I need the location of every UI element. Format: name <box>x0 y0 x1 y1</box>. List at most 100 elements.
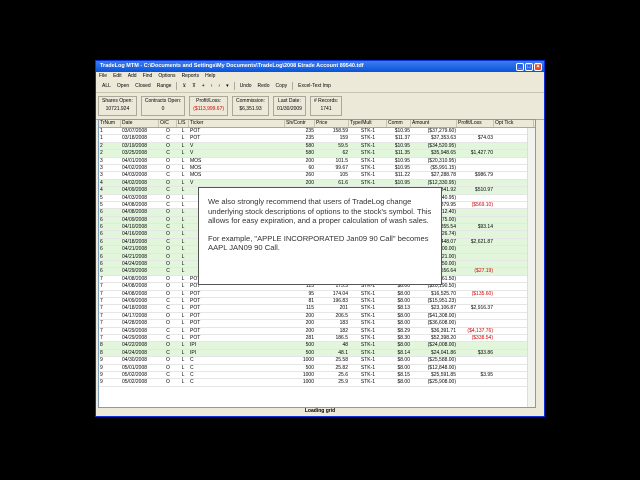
table-cell: L <box>181 231 185 238</box>
table-cell: ($5,991.15) <box>430 164 456 171</box>
menu-item-find[interactable]: Find <box>143 73 153 79</box>
table-cell: $8.00 <box>397 379 410 386</box>
table-cell <box>457 180 494 186</box>
table-cell: 04/29/2008 <box>122 268 148 275</box>
filter-all-button[interactable]: ALL <box>99 80 114 92</box>
table-cell: ($37,279.60) <box>427 128 456 134</box>
dropdown-icon[interactable]: ▾ <box>223 80 232 92</box>
table-cell: STK-1 <box>360 142 376 149</box>
table-cell: 174.04 <box>332 290 348 297</box>
table-row[interactable]: 7 04/29/2008 C L POT 200 182 STK-1 $8.29 $36,391.… <box>99 328 535 335</box>
vertical-scrollbar[interactable] <box>527 128 535 407</box>
table-cell: C <box>166 349 170 356</box>
toolbar: ALL Open Closed Range ⊻ ⊼ + ‹ › ▾ Undo Redo Copy Exce… <box>96 80 544 93</box>
table-row[interactable]: 7 04/17/2008 O L POT 200 206.5 STK-1 $8.00 ($41,3… <box>99 312 535 321</box>
title-bar[interactable]: TradeLog MTM - C:\Documents and Settings… <box>96 61 544 72</box>
excel-import-button[interactable]: Excel-Text Imp <box>295 80 334 92</box>
table-cell: ($36,608.00) <box>427 320 456 327</box>
filter-open-button[interactable]: Open <box>114 80 132 92</box>
table-row[interactable]: 7 04/08/2008 O L POT 95 174.04 STK-1 $8.00 $16,52… <box>99 291 535 298</box>
table-cell: 04/29/2008 <box>122 334 148 341</box>
menu-item-add[interactable]: Add <box>128 73 137 79</box>
close-icon[interactable]: × <box>534 62 542 71</box>
redo-button[interactable]: Redo <box>255 80 273 92</box>
table-row[interactable]: 9 05/02/2008 C L C 1000 25.6 STK-1 $8.15 $25,591.… <box>99 371 535 380</box>
table-row[interactable]: 9 04/30/2008 O L C 1000 25.58 STK-1 $8.00 ($25,58… <box>99 357 535 365</box>
table-cell: 105 <box>339 172 348 179</box>
table-row[interactable]: 3 04/03/2008 C L MOS 260 105 STK-1 $11.22 $27,288… <box>99 172 535 180</box>
table-row[interactable]: 7 04/18/2008 C L POT 115 201 STK-1 $8.13 $23,106.… <box>99 305 535 313</box>
table-cell: C <box>166 327 170 334</box>
undo-button[interactable]: Undo <box>237 80 255 92</box>
table-row[interactable]: 9 05/02/2008 O L C 1000 25.9 STK-1 $8.00 ($25,908… <box>99 379 535 387</box>
menu-item-help[interactable]: Help <box>205 73 215 79</box>
column-header[interactable]: Sh/Contr <box>285 120 315 127</box>
column-header[interactable]: Opt Tick <box>494 120 534 127</box>
clear-filter-icon[interactable]: ⊼ <box>189 80 199 92</box>
filter-icon[interactable]: ⊻ <box>179 80 189 92</box>
column-header[interactable]: TrNum <box>99 120 121 127</box>
column-header[interactable]: Ticker <box>189 120 285 127</box>
table-cell: 04/29/2008 <box>122 327 148 334</box>
table-row[interactable]: 7 04/29/2008 C L POT 281 186.5 STK-1 $8.30 $52,39… <box>99 334 535 343</box>
summary-panel: Shares Open: 10721.924 Contracts Open: 0 Pro… <box>96 93 544 120</box>
filter-range-button[interactable]: Range <box>154 80 175 92</box>
table-cell: $74.03 <box>477 135 493 142</box>
column-header[interactable]: Price <box>315 120 349 127</box>
arrow-left-icon[interactable]: ‹ <box>208 80 216 92</box>
menu-item-file[interactable]: File <box>99 73 107 79</box>
table-cell: ($41,308.00) <box>427 312 456 319</box>
table-cell: O <box>166 253 170 260</box>
table-row[interactable]: 3 04/01/2008 O L MOS 200 101.5 STK-1 $10.95 ($20,… <box>99 158 535 165</box>
table-cell: 03/19/2008 <box>122 142 148 149</box>
minimize-icon[interactable]: _ <box>516 62 524 71</box>
table-cell: 04/24/2008 <box>122 349 148 356</box>
table-cell: $8.00 <box>397 290 410 297</box>
table-row[interactable]: 2 03/25/2008 C L V 580 62 STK-1 $11.35 $35,948.65… <box>99 150 535 158</box>
table-cell: 04/10/2008 <box>122 224 148 231</box>
table-cell: 500 <box>305 342 314 349</box>
maximize-icon[interactable]: □ <box>525 62 533 71</box>
summary-value: 1741 <box>320 106 332 112</box>
table-cell: $8.13 <box>397 305 410 312</box>
table-cell: STK-1 <box>360 320 376 327</box>
column-header[interactable]: Comm <box>387 120 411 127</box>
column-header[interactable]: O/C <box>159 120 177 127</box>
table-cell: 9 <box>100 371 103 378</box>
table-row[interactable]: 8 04/24/2008 C L IPI 500 48.1 STK-1 $8.14 $24,041… <box>99 349 535 358</box>
table-row[interactable]: 8 04/22/2008 O L IPI 500 48 STK-1 $8.00 ($24,008.… <box>99 342 535 350</box>
table-cell: 04/22/2008 <box>122 342 148 349</box>
table-cell: L <box>181 283 185 290</box>
filter-closed-button[interactable]: Closed <box>132 80 154 92</box>
menu-item-reports[interactable]: Reports <box>182 73 200 79</box>
table-row[interactable]: 7 04/09/2008 C L POT 81 196.83 STK-1 $8.00 ($15,9… <box>99 298 535 306</box>
table-row[interactable]: 7 04/28/2008 O L POT 200 183 STK-1 $8.00 ($36,608… <box>99 320 535 328</box>
table-row[interactable]: 3 04/02/2008 O L MOS 60 99.67 STK-1 $10.95 ($5,99… <box>99 164 535 173</box>
table-cell: 1000 <box>302 379 314 386</box>
column-header[interactable]: L/S <box>177 120 189 127</box>
table-cell: 1 <box>100 128 103 134</box>
table-cell: 101.5 <box>335 157 348 164</box>
table-row[interactable]: 2 03/19/2008 O L V 580 59.5 STK-1 $10.95 ($34,520… <box>99 142 535 151</box>
table-cell: O <box>166 231 170 238</box>
copy-button[interactable]: Copy <box>272 80 290 92</box>
column-header[interactable]: Type/Mult <box>349 120 387 127</box>
table-cell <box>457 365 494 371</box>
table-cell: L <box>181 128 185 134</box>
column-header[interactable]: Profit/Loss <box>457 120 494 127</box>
menu-item-options[interactable]: Options <box>158 73 175 79</box>
column-header[interactable]: Amount <box>411 120 457 127</box>
table-cell: 60 <box>308 164 314 171</box>
table-cell: 8 <box>100 342 103 349</box>
menu-item-edit[interactable]: Edit <box>113 73 122 79</box>
table-row[interactable]: 9 05/01/2008 O L C 500 25.82 STK-1 $8.00 ($12,848… <box>99 365 535 372</box>
column-header[interactable]: Date <box>121 120 159 127</box>
table-cell: 95 <box>308 290 314 297</box>
table-row[interactable]: 1 03/07/2008 O L POT 235 158.59 STK-1 $10.95 ($37… <box>99 128 535 136</box>
table-row[interactable]: 1 03/18/2008 C L POT 235 159 STK-1 $11.37 $37,353… <box>99 135 535 143</box>
table-cell: 235 <box>305 128 314 134</box>
summary-box: Contracts Open: 0 <box>140 96 186 116</box>
table-cell: 2 <box>100 142 103 149</box>
arrow-right-icon[interactable]: › <box>215 80 223 92</box>
add-icon[interactable]: + <box>199 80 208 92</box>
